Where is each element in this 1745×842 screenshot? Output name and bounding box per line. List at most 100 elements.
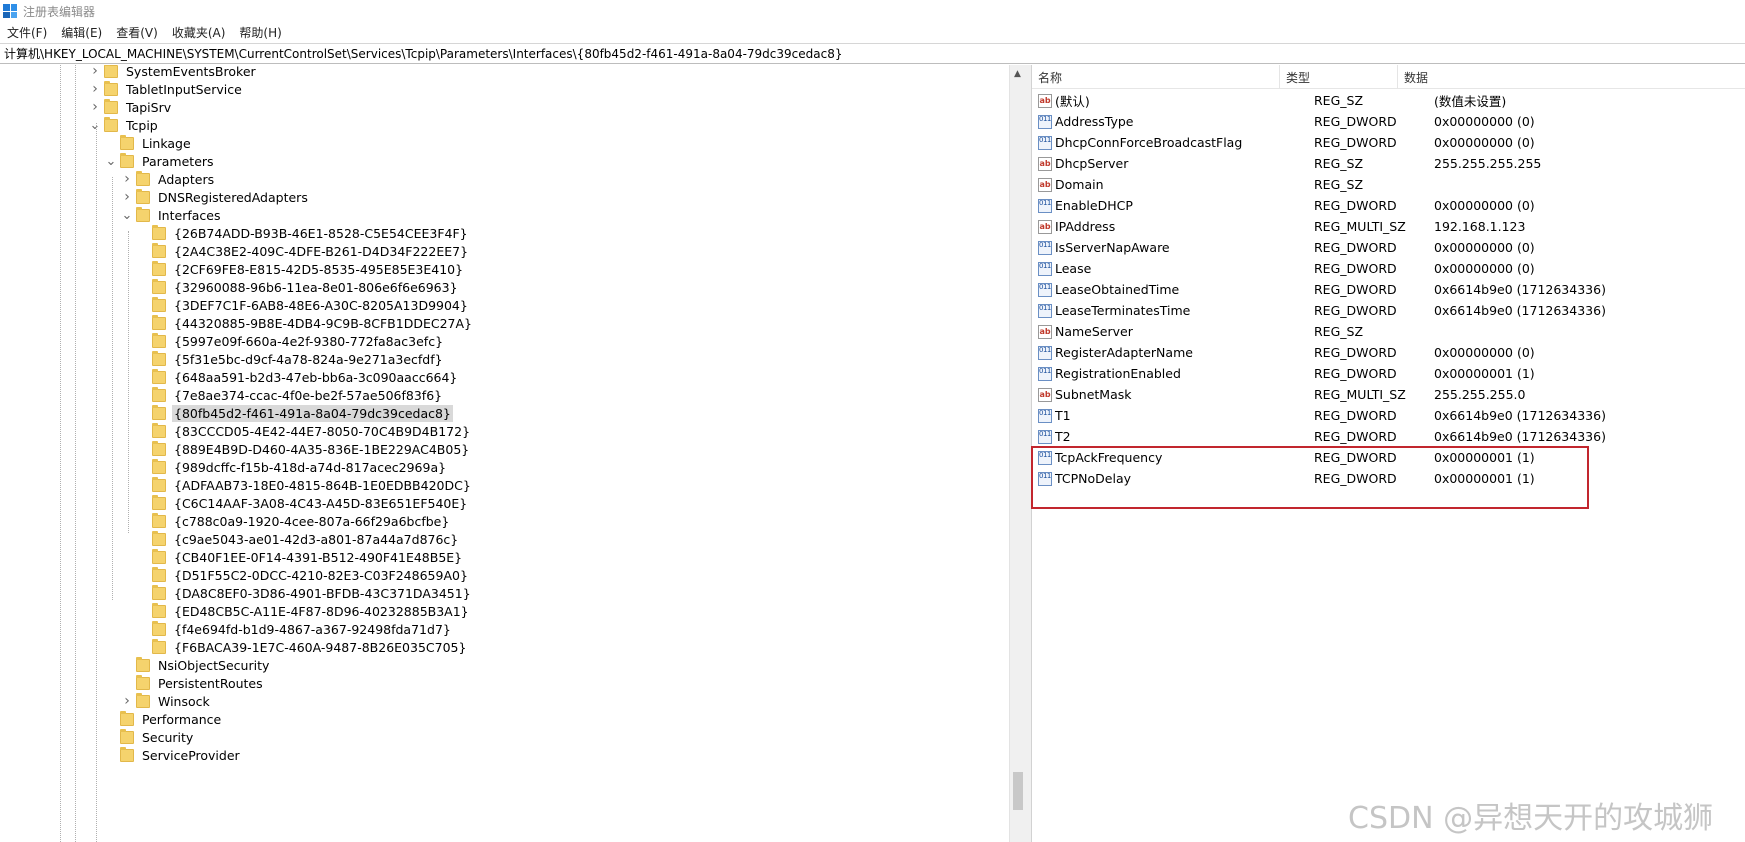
value-name: AddressType xyxy=(1055,114,1134,129)
string-value-icon: ab xyxy=(1038,156,1052,171)
value-row[interactable]: ab SubnetMask REG_MULTI_SZ 255.255.255.0 xyxy=(1032,384,1745,405)
menu-item[interactable]: 文件(F) xyxy=(0,24,54,41)
folder-icon xyxy=(152,512,166,528)
value-row[interactable]: ab NameServer REG_SZ xyxy=(1032,321,1745,342)
folder-icon xyxy=(152,368,166,384)
tree-item[interactable]: › DNSRegisteredAdapters xyxy=(120,187,310,207)
tree-item[interactable]: Linkage xyxy=(104,133,193,153)
value-row[interactable]: 011 110RegisterAdapterName REG_DWORD 0x000… xyxy=(1032,342,1745,363)
tree-item[interactable]: {C6C14AAF-3A08-4C43-A45D-83E651EF540E} xyxy=(136,493,469,513)
value-row[interactable]: 011 110TcpAckFrequency REG_DWORD 0x0000000… xyxy=(1032,447,1745,468)
tree-item[interactable]: {ED48CB5C-A11E-4F87-8D96-40232885B3A1} xyxy=(136,601,471,621)
tree-item[interactable]: {80fb45d2-f461-491a-8a04-79dc39cedac8} xyxy=(136,403,453,423)
tree-item[interactable]: {DA8C8EF0-3D86-4901-BFDB-43C371DA3451} xyxy=(136,583,473,603)
tree-item[interactable]: PersistentRoutes xyxy=(120,673,265,693)
value-row[interactable]: ab (默认) REG_SZ (数值未设置) xyxy=(1032,90,1745,111)
tree-scrollbar[interactable]: ▲ xyxy=(1009,65,1026,842)
scrollbar-thumb[interactable] xyxy=(1013,772,1023,810)
tree-item[interactable]: {7e8ae374-ccac-4f0e-be2f-57ae506f83f6} xyxy=(136,385,444,405)
tree-item[interactable]: {32960088-96b6-11ea-8e01-806e6f6e6963} xyxy=(136,277,460,297)
address-bar[interactable]: 计算机\HKEY_LOCAL_MACHINE\SYSTEM\CurrentCon… xyxy=(0,43,1745,64)
menu-item[interactable]: 收藏夹(A) xyxy=(165,24,233,41)
tree-item[interactable]: › Adapters xyxy=(120,169,216,189)
tree-item[interactable]: {c788c0a9-1920-4cee-807a-66f29a6bcfbe} xyxy=(136,511,451,531)
column-header-type[interactable]: 类型 xyxy=(1280,65,1398,89)
tree-item[interactable]: ServiceProvider xyxy=(104,745,242,765)
folder-icon xyxy=(152,440,166,456)
value-row[interactable]: 011 110RegistrationEnabled REG_DWORD 0x000… xyxy=(1032,363,1745,384)
tree-item[interactable]: {989dcffc-f15b-418d-a74d-817acec2969a} xyxy=(136,457,448,477)
value-name-cell: ab SubnetMask xyxy=(1038,384,1132,405)
tree-item[interactable]: › TabletInputService xyxy=(88,79,244,99)
tree-item[interactable]: Performance xyxy=(104,709,223,729)
menu-item[interactable]: 帮助(H) xyxy=(232,24,288,41)
value-row[interactable]: 011 110T1 REG_DWORD 0x6614b9e0 (1712634336… xyxy=(1032,405,1745,426)
value-row[interactable]: 011 110LeaseObtainedTime REG_DWORD 0x6614b… xyxy=(1032,279,1745,300)
menu-item[interactable]: 查看(V) xyxy=(109,24,165,41)
value-row[interactable]: ab IPAddress REG_MULTI_SZ 192.168.1.123 xyxy=(1032,216,1745,237)
tree-item[interactable]: {83CCCD05-4E42-44E7-8050-70C4B9D4B172} xyxy=(136,421,472,441)
tree-item[interactable]: {648aa591-b2d3-47eb-bb6a-3c090aacc664} xyxy=(136,367,459,387)
tree-item[interactable]: {D51F55C2-0DCC-4210-82E3-C03F248659A0} xyxy=(136,565,470,585)
tree-item[interactable]: {3DEF7C1F-6AB8-48E6-A30C-8205A13D9904} xyxy=(136,295,470,315)
tree-item[interactable]: {f4e694fd-b1d9-4867-a367-92498fda71d7} xyxy=(136,619,453,639)
chevron-right-icon[interactable]: › xyxy=(120,169,134,189)
value-row[interactable]: 011 110IsServerNapAware REG_DWORD 0x000000… xyxy=(1032,237,1745,258)
tree-item[interactable]: {44320885-9B8E-4DB4-9C9B-8CFB1DDEC27A} xyxy=(136,313,474,333)
tree-item[interactable]: {F6BACA39-1E7C-460A-9487-8B26E035C705} xyxy=(136,637,468,657)
chevron-right-icon[interactable]: › xyxy=(120,187,134,207)
tree-item[interactable]: ⌄ Tcpip xyxy=(88,115,160,135)
list-header: 名称 类型 数据 xyxy=(1032,65,1745,89)
folder-icon xyxy=(152,386,166,402)
tree-item[interactable]: › TapiSrv xyxy=(88,97,173,117)
column-header-name[interactable]: 名称 xyxy=(1032,65,1280,89)
chevron-down-icon[interactable]: ⌄ xyxy=(104,151,118,171)
chevron-right-icon[interactable]: › xyxy=(88,97,102,117)
folder-icon xyxy=(104,98,118,114)
chevron-down-icon[interactable]: ⌄ xyxy=(120,205,134,225)
tree-item[interactable]: {2CF69FE8-E815-42D5-8535-495E85E3E410} xyxy=(136,259,465,279)
value-row[interactable]: 011 110EnableDHCP REG_DWORD 0x00000000 (0) xyxy=(1032,195,1745,216)
tree-item[interactable]: {ADFAAB73-18E0-4815-864B-1E0EDBB420DC} xyxy=(136,475,473,495)
values-list[interactable]: 名称 类型 数据 ab(默认)REG_SZ(数值未设置)011 110Addre… xyxy=(1032,65,1745,842)
binary-value-icon: 011 110 xyxy=(1038,261,1052,276)
tree-item-label: {ADFAAB73-18E0-4815-864B-1E0EDBB420DC} xyxy=(174,477,471,493)
menu-item[interactable]: 编辑(E) xyxy=(54,24,109,41)
tree-item[interactable]: ⌄ Interfaces xyxy=(120,205,222,225)
address-path[interactable]: 计算机\HKEY_LOCAL_MACHINE\SYSTEM\CurrentCon… xyxy=(4,45,842,62)
value-row[interactable]: 011 110Lease REG_DWORD 0x00000000 (0) xyxy=(1032,258,1745,279)
value-row[interactable]: ab Domain REG_SZ xyxy=(1032,174,1745,195)
value-row[interactable]: 011 110TCPNoDelay REG_DWORD 0x00000001 (1) xyxy=(1032,468,1745,489)
value-row[interactable]: 011 110AddressType REG_DWORD 0x00000000 (0… xyxy=(1032,111,1745,132)
registry-tree[interactable]: › SystemEventsBroker › TabletInputService › T… xyxy=(0,65,1010,842)
tree-item[interactable]: {c9ae5043-ae01-42d3-a801-87a44a7d876c} xyxy=(136,529,460,549)
tree-item[interactable]: Security xyxy=(104,727,195,747)
tree-item[interactable]: {889E4B9D-D460-4A35-836E-1BE229AC4B05} xyxy=(136,439,471,459)
value-data: 0x00000000 (0) xyxy=(1434,261,1535,276)
folder-icon xyxy=(152,584,166,600)
tree-item[interactable]: › Winsock xyxy=(120,691,212,711)
scroll-up-icon[interactable]: ▲ xyxy=(1014,69,1021,79)
tree-item-label: TapiSrv xyxy=(126,99,172,115)
value-row[interactable]: 011 110T2 REG_DWORD 0x6614b9e0 (1712634336… xyxy=(1032,426,1745,447)
value-row[interactable]: 011 110DhcpConnForceBroadcastFlag REG_DWO… xyxy=(1032,132,1745,153)
tree-item[interactable]: {26B74ADD-B93B-46E1-8528-C5E54CEE3F4F} xyxy=(136,223,470,243)
value-type: REG_DWORD xyxy=(1314,345,1397,360)
tree-item[interactable]: ⌄ Parameters xyxy=(104,151,216,171)
tree-item[interactable]: {5997e09f-660a-4e2f-9380-772fa8ac3efc} xyxy=(136,331,445,351)
value-row[interactable]: ab DhcpServer REG_SZ 255.255.255.255 xyxy=(1032,153,1745,174)
tree-item[interactable]: {5f31e5bc-d9cf-4a78-824a-9e271a3ecfdf} xyxy=(136,349,445,369)
value-name: IsServerNapAware xyxy=(1055,240,1170,255)
column-header-data[interactable]: 数据 xyxy=(1398,65,1745,89)
tree-item-label: {C6C14AAF-3A08-4C43-A45D-83E651EF540E} xyxy=(174,495,468,511)
value-data: 0x6614b9e0 (1712634336) xyxy=(1434,303,1606,318)
chevron-down-icon[interactable]: ⌄ xyxy=(88,115,102,135)
value-row[interactable]: 011 110LeaseTerminatesTime REG_DWORD 0x661… xyxy=(1032,300,1745,321)
chevron-right-icon[interactable]: › xyxy=(120,691,134,711)
tree-item[interactable]: {CB40F1EE-0F14-4391-B512-490F41E48B5E} xyxy=(136,547,464,567)
tree-item[interactable]: {2A4C38E2-409C-4DFE-B261-D4D34F222EE7} xyxy=(136,241,470,261)
tree-item[interactable]: NsiObjectSecurity xyxy=(120,655,271,675)
chevron-right-icon[interactable]: › xyxy=(88,79,102,99)
